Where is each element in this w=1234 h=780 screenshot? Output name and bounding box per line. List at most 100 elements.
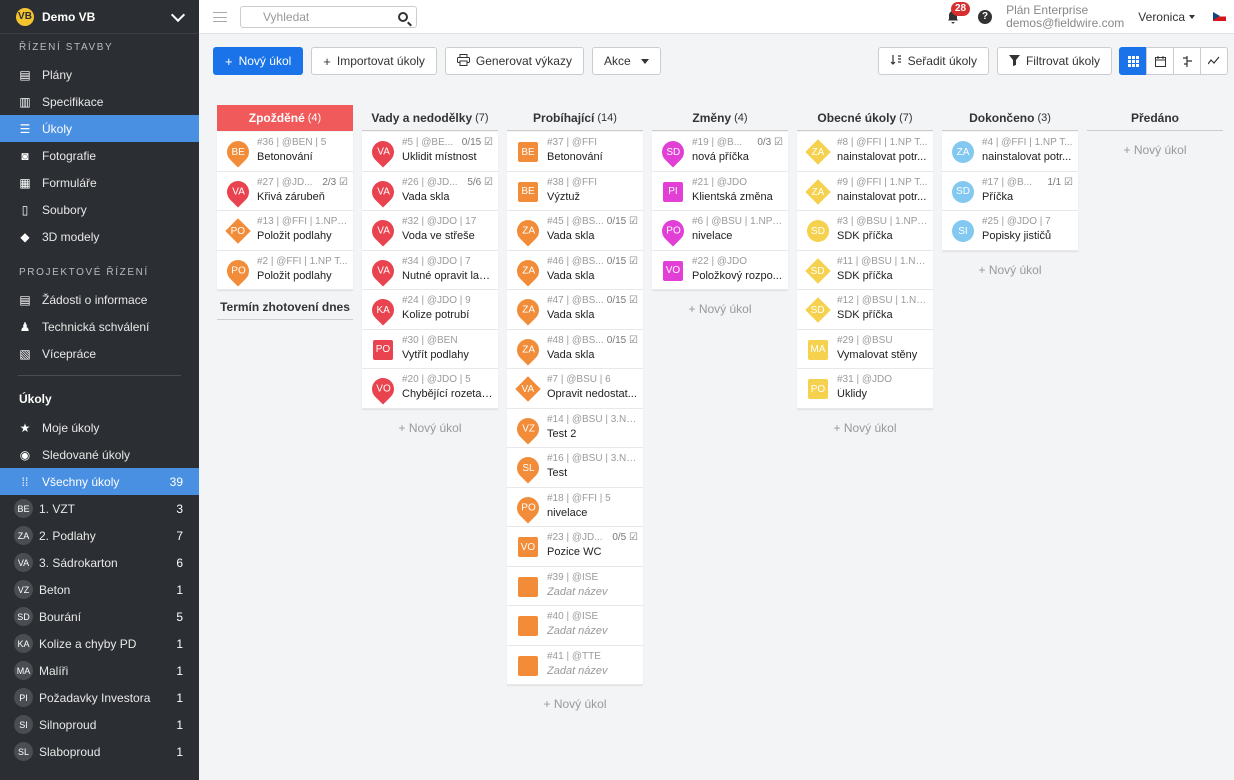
actions-dropdown[interactable]: Akce [591,47,661,75]
sidebar-item-plány[interactable]: ▤ Plány [0,61,199,88]
task-card[interactable]: ZA #9 | @FFI | 1.NP T... nainstalovat potr… [797,171,933,211]
category-count: 5 [176,609,183,624]
task-card[interactable]: SD #12 | @BSU | 1.NP ... SDK příčka [797,290,933,330]
task-card[interactable]: VA #27 | @JD... 2/3 ☑ Křivá zárubeň [217,171,353,211]
sidebar-category[interactable]: ZA 2. Podlahy 7 [0,522,199,549]
task-card[interactable]: VO #22 | @JDO Položkový rozpo... [652,250,788,290]
sort-tasks-button[interactable]: Seřadit úkoly [877,47,989,75]
search-box[interactable] [240,5,417,28]
task-card[interactable]: PO #18 | @FFI | 5 nivelace [507,487,643,527]
add-task-link[interactable]: + Nový úkol [797,421,933,435]
sidebar-category[interactable]: KA Kolize a chyby PD 1 [0,630,199,657]
task-card[interactable]: VA #32 | @JDO | 17 Voda ve střeše [362,211,498,251]
caret-down-icon[interactable] [1189,14,1195,19]
task-card[interactable]: ZA #48 | @BS... 0/15 ☑ Vada skla [507,329,643,369]
task-card[interactable]: SD #17 | @B... 1/1 ☑ Příčka [942,171,1078,211]
task-card[interactable]: VA #5 | @BE... 0/15 ☑ Uklidit místnost [362,132,498,172]
sidebar-item-žádosti-o-informace[interactable]: ▤ Žádosti o informace [0,286,199,313]
task-card[interactable]: VZ #14 | @BSU | 3.NP ... Test 2 [507,408,643,448]
task-card[interactable]: PO #30 | @BEN Vytřít podlahy [362,329,498,369]
task-card[interactable]: PI #21 | @JDO Klientská změna [652,171,788,211]
sidebar-item-moje-úkoly[interactable]: ★ Moje úkoly [0,414,199,441]
task-card[interactable]: PO #6 | @BSU | 1.NP T... nivelace [652,211,788,251]
add-task-link[interactable]: + Nový úkol [507,697,643,711]
task-card[interactable]: #40 | @ISE Zadat název [507,606,643,646]
task-card[interactable]: ZA #8 | @FFI | 1.NP T... nainstalovat potr… [797,132,933,172]
cube-icon: ◆ [20,229,30,244]
sidebar-item-technická-schválení[interactable]: ♟ Technická schválení [0,313,199,340]
filter-tasks-button[interactable]: Filtrovat úkoly [996,47,1112,75]
task-card[interactable]: PO #2 | @FFI | 1.NP T... Položit podlahy [217,250,353,290]
task-meta-text: #45 | @BS... [547,216,604,227]
sidebar-item-soubory[interactable]: ▯ Soubory [0,196,199,223]
gantt-view-icon[interactable] [1173,47,1201,75]
user-menu[interactable]: Veronica [1138,10,1185,24]
task-card[interactable]: #39 | @ISE Zadat název [507,566,643,606]
checkbox-icon: ☑ [626,255,638,267]
task-card[interactable]: SD #11 | @BSU | 1.NP ... SDK příčka [797,250,933,290]
sidebar-item-formuláře[interactable]: ▦ Formuláře [0,169,199,196]
search-input[interactable] [263,9,398,24]
add-task-link[interactable]: + Nový úkol [652,302,788,316]
task-card[interactable]: SD #19 | @B... 0/3 ☑ nová příčka [652,132,788,172]
sidebar-item-sledované-úkoly[interactable]: ◉ Sledované úkoly [0,441,199,468]
task-card[interactable]: ZA #45 | @BS... 0/15 ☑ Vada skla [507,211,643,251]
clipboard-icon: ▦ [19,175,31,190]
new-task-button[interactable]: + Nový úkol [213,47,304,75]
sidebar-item-vícepráce[interactable]: ▧ Vícepráce [0,340,199,367]
sidebar-item-label: Technická schválení [42,319,150,334]
sidebar-category[interactable]: SI Silnoproud 1 [0,711,199,738]
task-card[interactable]: VO #23 | @JD... 0/5 ☑ Pozice WC [507,527,643,567]
sidebar-item-label: Sledované úkoly [42,447,131,462]
help-icon[interactable]: ? [978,9,993,24]
sidebar-category[interactable]: SD Bourání 5 [0,603,199,630]
add-task-link[interactable]: + Nový úkol [942,263,1078,277]
sidebar-category[interactable]: BE 1. VZT 3 [0,495,199,522]
task-card[interactable]: PO #31 | @JDO Úklidy [797,369,933,409]
hamburger-menu-icon[interactable] [213,11,227,22]
task-card[interactable]: ZA #4 | @FFI | 1.NP T... nainstalovat potr… [942,132,1078,172]
task-card[interactable]: VA #34 | @JDO | 7 Nutné opravit lak... [362,250,498,290]
czech-flag-icon[interactable] [1213,12,1226,21]
task-card[interactable]: BE #36 | @BEN | 5 Betonování [217,132,353,172]
import-tasks-button[interactable]: + Importovat úkoly [311,47,437,75]
sidebar-item-count: 39 [169,474,183,489]
search-icon[interactable] [398,11,408,22]
task-card[interactable]: SI #25 | @JDO | 7 Popisky jističů [942,211,1078,251]
sidebar-item-fotografie[interactable]: ◙ Fotografie [0,142,199,169]
board-view-icon[interactable] [1119,47,1147,75]
chart-view-icon[interactable] [1200,47,1228,75]
checklist-count: 1/1 ☑ [1047,177,1073,188]
sidebar-category[interactable]: VZ Beton 1 [0,576,199,603]
task-card[interactable]: ZA #47 | @BS... 0/15 ☑ Vada skla [507,290,643,330]
task-meta: #39 | @ISE [547,572,638,583]
project-selector[interactable]: VB Demo VB [0,0,199,34]
task-card[interactable]: VA #7 | @BSU | 6 Opravit nedostat... [507,369,643,409]
sidebar-category[interactable]: SL Slaboproud 1 [0,738,199,765]
generate-reports-button[interactable]: Generovat výkazy [444,47,584,75]
task-card[interactable]: #41 | @TTE Zadat název [507,645,643,685]
sidebar-item-3d-modely[interactable]: ◆ 3D modely [0,223,199,250]
task-card[interactable]: VO #20 | @JDO | 5 Chybějící rozeta ... [362,369,498,409]
sidebar-item-úkoly[interactable]: ☰ Úkoly [0,115,199,142]
task-title: Úklidy [837,388,867,400]
add-task-link[interactable]: + Nový úkol [362,421,498,435]
notifications-bell-icon[interactable]: 28 [944,1,971,26]
task-meta: #14 | @BSU | 3.NP ... [547,414,638,425]
task-card[interactable]: BE #37 | @FFI Betonování [507,132,643,172]
task-card[interactable]: VA #26 | @JD... 5/6 ☑ Vada skla [362,171,498,211]
calendar-view-icon[interactable] [1146,47,1174,75]
task-card[interactable]: SD #3 | @BSU | 1.NP T... SDK příčka [797,211,933,251]
task-card[interactable]: MA #29 | @BSU Vymalovat stěny [797,329,933,369]
sidebar-item-specifikace[interactable]: ▥ Specifikace [0,88,199,115]
task-card[interactable]: KA #24 | @JDO | 9 Kolize potrubí [362,290,498,330]
task-card[interactable]: ZA #46 | @BS... 0/15 ☑ Vada skla [507,250,643,290]
task-card[interactable]: SL #16 | @BSU | 3.NP ... Test [507,448,643,488]
sidebar-category[interactable]: MA Malíři 1 [0,657,199,684]
sidebar-category[interactable]: PI Požadavky Investora 1 [0,684,199,711]
task-card[interactable]: BE #38 | @FFI Výztuž [507,171,643,211]
sidebar-category[interactable]: VA 3. Sádrokarton 6 [0,549,199,576]
sidebar-item-všechny-úkoly[interactable]: ⁞⁞ Všechny úkoly 39 [0,468,199,495]
add-task-link[interactable]: + Nový úkol [1087,143,1223,157]
task-card[interactable]: PO #13 | @FFI | 1.NP ... Položit podlahy [217,211,353,251]
